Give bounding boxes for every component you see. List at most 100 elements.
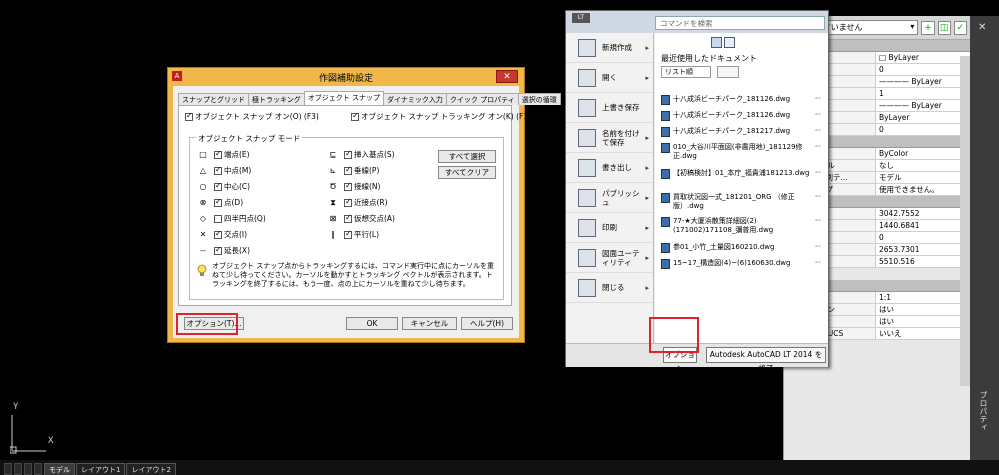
app-menu-item[interactable]: パブリッシュ ▸ xyxy=(566,183,653,213)
recent-document-item[interactable]: 十八成浜ビーチパーク_181217.dwg ⊷ xyxy=(661,127,821,137)
command-search-input[interactable]: コマンドを検索 xyxy=(655,16,825,30)
osnap-mode-checkbox[interactable]: □ 端点(E) xyxy=(198,149,250,160)
osnap-mode-checkbox[interactable]: -- 延長(X) xyxy=(198,245,250,256)
app-menu-item[interactable]: 書き出し ▸ xyxy=(566,153,653,183)
open-docs-view-icon[interactable] xyxy=(724,37,735,48)
pin-icon[interactable]: ⊷ xyxy=(815,95,821,105)
tab-last-button[interactable] xyxy=(34,463,42,475)
recent-document-item[interactable]: 010_大谷川平面図(非農用地)_181129修正.dwg ⊷ xyxy=(661,143,821,161)
osnap-mode-checkbox[interactable]: ⧗ 近接点(R) xyxy=(328,197,388,208)
app-menu-item-label: パブリッシュ xyxy=(602,188,640,207)
tab-next-button[interactable] xyxy=(14,463,22,475)
dialog-close-button[interactable]: ✕ xyxy=(496,70,518,83)
pin-icon[interactable]: ⊷ xyxy=(815,259,821,269)
pin-icon[interactable]: ⊷ xyxy=(815,217,821,235)
dialog-title-bar[interactable]: A 作図補助設定 ✕ xyxy=(168,68,524,86)
osnap-on-checkbox[interactable]: オブジェクト スナップ オン(O) (F3) xyxy=(185,111,319,122)
app-menu-item[interactable]: 閉じる ▸ xyxy=(566,273,653,303)
properties-scrollbar[interactable] xyxy=(960,56,970,386)
recent-document-item[interactable]: 【初稿検討】01_本庁_福貴浦181213.dwg ⊷ xyxy=(661,169,821,179)
property-value[interactable]: ByColor xyxy=(876,148,970,159)
quick-select-icon[interactable]: ✓ xyxy=(953,20,968,35)
property-value[interactable]: ———— ByLayer xyxy=(876,76,970,87)
select-objects-icon[interactable]: ◫ xyxy=(937,20,951,35)
sort-order-dropdown[interactable]: リスト順 xyxy=(661,66,711,78)
display-style-dropdown[interactable] xyxy=(717,66,739,78)
app-menu-item[interactable]: 印刷 ▸ xyxy=(566,213,653,243)
tab-model[interactable]: モデル xyxy=(44,463,75,475)
recent-document-item[interactable]: 十八成浜ビーチパーク_181126.dwg ⊷ xyxy=(661,111,821,121)
recent-document-item[interactable]: 買取状況図一式_181201_ORG （修正版）.dwg ⊷ xyxy=(661,193,821,211)
toggle-pickadd-icon[interactable]: + xyxy=(921,20,935,35)
property-value[interactable]: 2653.7301 xyxy=(876,244,970,255)
property-value[interactable]: 1440.6841 xyxy=(876,220,970,231)
osnap-tracking-checkbox[interactable]: オブジェクト スナップ トラッキング オン(K) (F11) xyxy=(351,111,536,122)
pin-icon[interactable]: ⊷ xyxy=(815,243,821,253)
pin-icon[interactable]: ⊷ xyxy=(815,143,821,161)
pin-icon[interactable]: ⊷ xyxy=(815,169,821,179)
cancel-button[interactable]: キャンセル xyxy=(402,317,457,330)
recent-document-item[interactable]: 参01_小竹_土量図160210.dwg ⊷ xyxy=(661,243,821,253)
select-all-button[interactable]: すべて選択 xyxy=(438,150,496,163)
ok-button[interactable]: OK xyxy=(346,317,398,330)
property-value[interactable]: 3042.7552 xyxy=(876,208,970,219)
pin-icon[interactable]: ⊷ xyxy=(815,127,821,137)
property-value[interactable]: ———— ByLayer xyxy=(876,100,970,111)
pin-icon[interactable]: ⊷ xyxy=(815,193,821,211)
close-icon[interactable]: ✕ xyxy=(978,22,986,33)
osnap-mode-checkbox[interactable]: ○ 中心(C) xyxy=(198,181,250,192)
tab-first-button[interactable] xyxy=(24,463,32,475)
dialog-tab[interactable]: クイック プロパティ xyxy=(445,93,519,105)
checkbox-icon xyxy=(344,149,352,159)
dialog-tab[interactable]: オブジェクト スナップ xyxy=(303,91,385,105)
recent-document-item[interactable]: 十八成浜ビーチパーク_181126.dwg ⊷ xyxy=(661,95,821,105)
property-value[interactable]: はい xyxy=(876,304,970,315)
app-menu-item[interactable]: 名前を付けて保存 ▸ xyxy=(566,123,653,153)
osnap-mode-checkbox[interactable]: Ծ 接線(N) xyxy=(328,181,380,192)
osnap-mode-group: オブジェクト スナップ モード □ 端点(E) △ 中点(M) ○ 中心(C) ⊗ 点(D) ◇… xyxy=(189,133,504,300)
app-menu-item[interactable]: 図面ユーティリティ ▸ xyxy=(566,243,653,273)
dialog-tab[interactable]: ダイナミック入力 xyxy=(383,93,447,105)
app-menu-item[interactable]: 上書き保存 xyxy=(566,93,653,123)
property-value[interactable]: 0 xyxy=(876,124,970,135)
property-value[interactable]: 5510.516 xyxy=(876,256,970,267)
property-value[interactable]: なし xyxy=(876,160,970,171)
dialog-tab[interactable]: スナップとグリッド xyxy=(178,93,249,105)
recent-document-item[interactable]: 15~17_構造図(4)~(6)160630.dwg ⊷ xyxy=(661,259,821,269)
osnap-mode-checkbox[interactable]: ⊗ 点(D) xyxy=(198,197,243,208)
property-value[interactable]: □ ByLayer xyxy=(876,52,970,63)
dialog-tab[interactable]: 極トラッキング xyxy=(248,93,305,105)
osnap-mode-checkbox[interactable]: ∥ 平行(L) xyxy=(328,229,379,240)
clear-all-button[interactable]: すべてクリア xyxy=(438,166,496,179)
osnap-mode-checkbox[interactable]: ⊠ 仮想交点(A) xyxy=(328,213,395,224)
recent-document-item[interactable]: 77-★大厦浜散策詳細図(2)(171002)171108_彌普用.dwg ⊷ xyxy=(661,217,821,235)
property-value[interactable]: ByLayer xyxy=(876,112,970,123)
property-value[interactable]: 1 xyxy=(876,88,970,99)
property-value[interactable]: 1:1 xyxy=(876,292,970,303)
osnap-mode-checkbox[interactable]: ⊾ 垂線(P) xyxy=(328,165,379,176)
property-value[interactable]: 0 xyxy=(876,64,970,75)
recent-docs-view-icon[interactable] xyxy=(711,37,722,48)
osnap-marker-icon: □ xyxy=(199,150,207,159)
property-value[interactable]: はい xyxy=(876,316,970,327)
exit-autocad-button[interactable]: Autodesk AutoCAD LT 2014 を終了 xyxy=(706,347,826,373)
property-value[interactable]: 0 xyxy=(876,232,970,243)
tab-prev-button[interactable] xyxy=(4,463,12,475)
property-value[interactable]: モデル xyxy=(876,172,970,183)
osnap-mode-checkbox[interactable]: ⊑ 挿入基点(S) xyxy=(328,149,395,160)
help-button[interactable]: ヘルプ(H) xyxy=(461,317,513,330)
property-value[interactable]: 使用できません。 xyxy=(876,184,970,195)
properties-title-bar[interactable]: ✕ プロパティ xyxy=(970,16,999,460)
osnap-mode-checkbox[interactable]: ◇ 四半円点(Q) xyxy=(198,214,266,224)
osnap-mode-checkbox[interactable]: ✕ 交点(I) xyxy=(198,229,247,240)
property-value[interactable]: いいえ xyxy=(876,328,970,339)
osnap-mode-title: オブジェクト スナップ モード xyxy=(196,133,303,144)
app-menu-item[interactable]: 新規作成 ▸ xyxy=(566,33,653,63)
osnap-mode-checkbox[interactable]: △ 中点(M) xyxy=(198,165,251,176)
pin-icon[interactable]: ⊷ xyxy=(815,111,821,121)
tab-layout2[interactable]: レイアウト2 xyxy=(126,463,176,475)
app-badge[interactable]: LT xyxy=(572,13,590,23)
app-menu-item[interactable]: 開く ▸ xyxy=(566,63,653,93)
tab-layout1[interactable]: レイアウト1 xyxy=(76,463,126,475)
dialog-tab[interactable]: 選択の循環 xyxy=(517,93,561,105)
